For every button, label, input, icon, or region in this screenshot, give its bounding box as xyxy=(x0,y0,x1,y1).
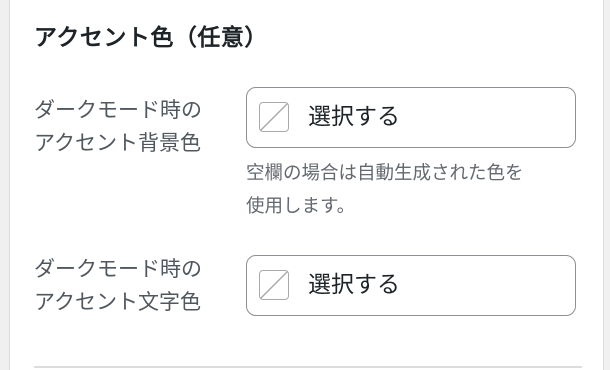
dark-accent-background-select-button[interactable]: 選択する xyxy=(246,87,576,148)
dark-accent-background-label: ダークモード時の アクセント背景色 xyxy=(34,94,234,160)
dark-accent-text-label: ダークモード時の アクセント文字色 xyxy=(34,253,234,319)
no-color-swatch-icon xyxy=(259,102,289,132)
section-title: アクセント色（任意） xyxy=(34,25,268,51)
dark-accent-text-select-button[interactable]: 選択する xyxy=(246,255,576,316)
settings-panel: アクセント色（任意） ダークモード時の アクセント背景色 選択する 空欄の場合は… xyxy=(9,0,604,370)
help-text-line: 使用します。 xyxy=(246,196,356,217)
section-divider xyxy=(34,366,582,368)
select-button-label: 選択する xyxy=(308,104,400,130)
label-line: ダークモード時の xyxy=(34,257,202,281)
select-button-label: 選択する xyxy=(308,272,400,298)
label-line: アクセント文字色 xyxy=(34,290,201,314)
label-line: アクセント背景色 xyxy=(34,131,201,155)
help-text-line: 空欄の場合は自動生成された色を xyxy=(246,163,524,184)
help-text: 空欄の場合は自動生成された色を 使用します。 xyxy=(246,157,591,223)
label-line: ダークモード時の xyxy=(34,98,202,122)
no-color-swatch-icon xyxy=(259,270,289,300)
